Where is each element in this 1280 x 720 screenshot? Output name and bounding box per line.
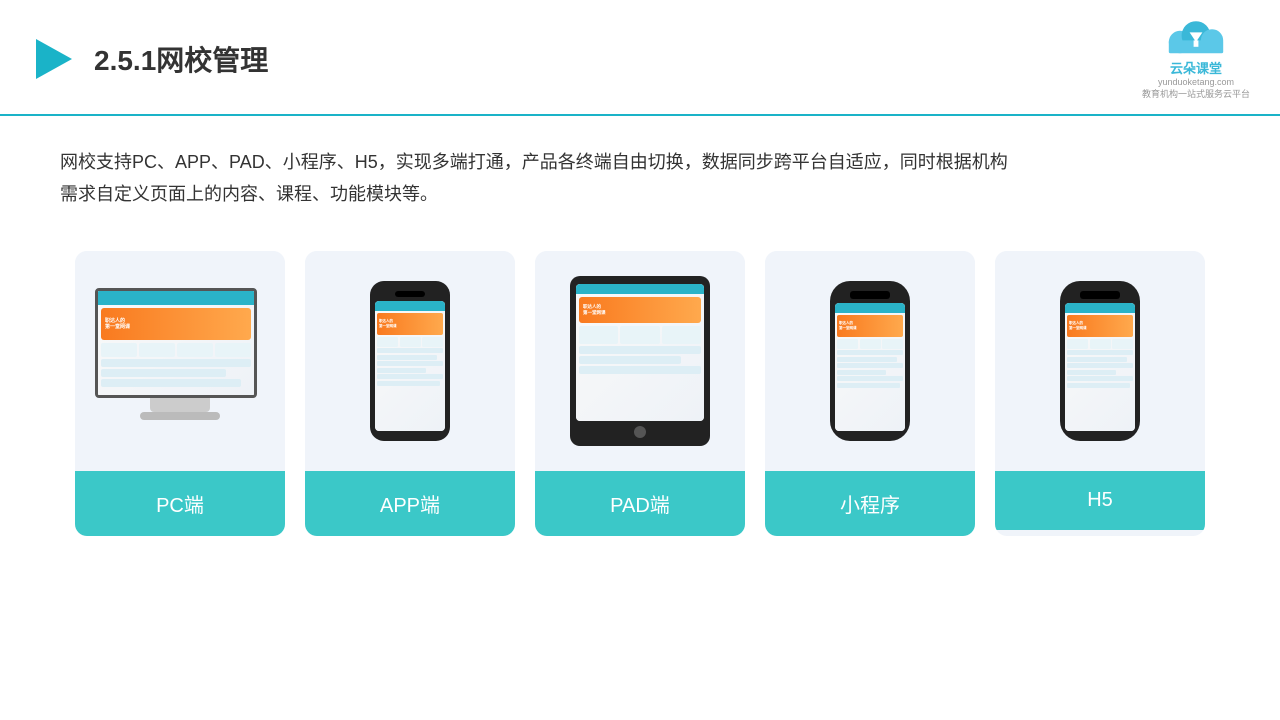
header: 2.5.1网校管理 云朵课堂 yunduoketang.com 教育机构一站式服… (0, 0, 1280, 116)
pc-label: PC端 (75, 471, 285, 536)
card-miniapp: 职达人的第一堂网课 (765, 251, 975, 536)
app-image-area: 职达人的第一堂网课 (305, 251, 515, 471)
logo-name: 云朵课堂 (1170, 58, 1222, 77)
app-phone: 职达人的第一堂网课 (370, 281, 450, 441)
phone-notch (395, 291, 425, 297)
pad-label: PAD端 (535, 471, 745, 536)
h5-screen: 职达人的第一堂网课 (1065, 303, 1135, 431)
miniapp-image-area: 职达人的第一堂网课 (765, 251, 975, 471)
tablet-home-btn (634, 426, 646, 438)
pc-monitor: 职达人的第一堂网课 (95, 288, 265, 433)
h5-notch (1080, 291, 1120, 299)
pad-tablet: 职达人的第一堂网课 (570, 276, 710, 446)
pad-image-area: 职达人的第一堂网课 (535, 251, 745, 471)
phone-screen: 职达人的第一堂网课 (375, 301, 445, 431)
logo-area: 云朵课堂 yunduoketang.com 教育机构一站式服务云平台 (1142, 18, 1250, 100)
card-pad: 职达人的第一堂网课 PAD端 (535, 251, 745, 536)
miniapp-screen: 职达人的第一堂网课 (835, 303, 905, 431)
logo-tagline: 教育机构一站式服务云平台 (1142, 87, 1250, 100)
card-pc: 职达人的第一堂网课 (75, 251, 285, 536)
logo-domain: yunduoketang.com (1158, 77, 1234, 87)
header-left: 2.5.1网校管理 (30, 35, 268, 83)
cards-container: 职达人的第一堂网课 (0, 231, 1280, 556)
description: 网校支持PC、APP、PAD、小程序、H5，实现多端打通，产品各终端自由切换，数… (0, 116, 1280, 231)
description-text: 网校支持PC、APP、PAD、小程序、H5，实现多端打通，产品各终端自由切换，数… (60, 152, 1008, 172)
h5-phone: 职达人的第一堂网课 (1060, 281, 1140, 441)
app-label: APP端 (305, 471, 515, 536)
monitor-base (140, 412, 220, 420)
page-title: 2.5.1网校管理 (94, 39, 268, 79)
description-text-2: 需求自定义页面上的内容、课程、功能模块等。 (60, 184, 438, 204)
h5-image-area: 职达人的第一堂网课 (995, 251, 1205, 471)
h5-label: H5 (995, 471, 1205, 530)
monitor-stand (150, 398, 210, 412)
play-icon (30, 35, 78, 83)
tablet-screen: 职达人的第一堂网课 (576, 284, 704, 421)
miniapp-label: 小程序 (765, 471, 975, 536)
miniapp-notch (850, 291, 890, 299)
monitor-screen: 职达人的第一堂网课 (95, 288, 257, 398)
card-h5: 职达人的第一堂网课 (995, 251, 1205, 536)
miniapp-phone: 职达人的第一堂网课 (830, 281, 910, 441)
card-app: 职达人的第一堂网课 (305, 251, 515, 536)
logo-icon (1156, 18, 1236, 58)
pc-image-area: 职达人的第一堂网课 (75, 251, 285, 471)
